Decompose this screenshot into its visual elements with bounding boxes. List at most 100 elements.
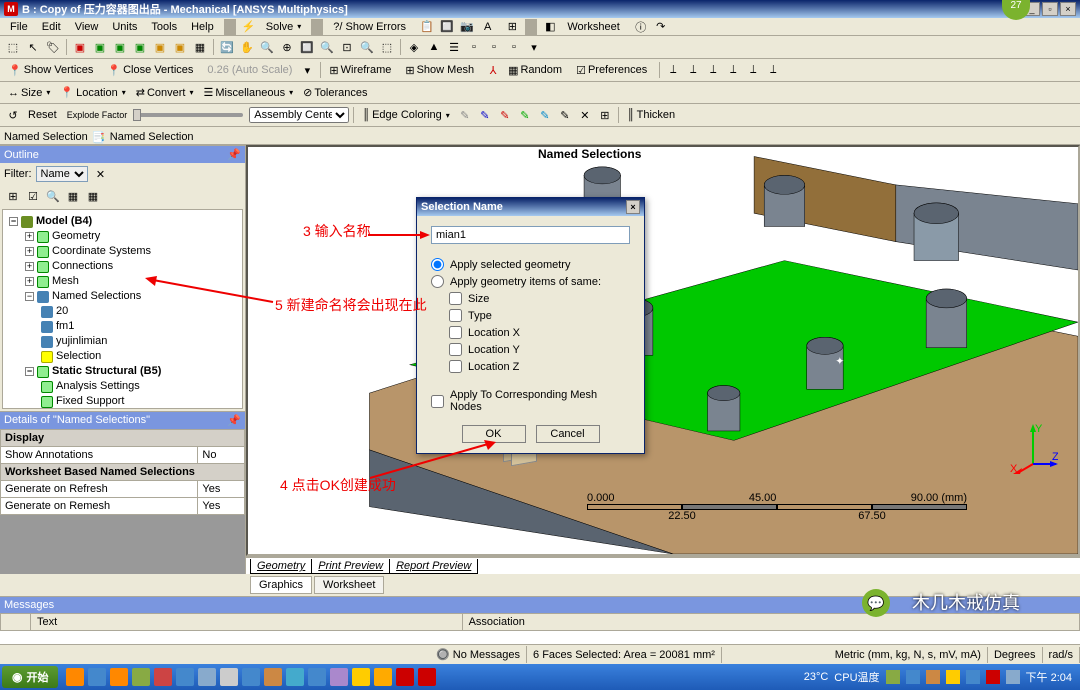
tree-ns-20[interactable]: 20: [56, 304, 68, 319]
axis-z-icon[interactable]: ⟘: [704, 61, 722, 79]
menu-edit[interactable]: Edit: [36, 19, 67, 35]
axis-y-icon[interactable]: ⟘: [684, 61, 702, 79]
axis-yz-icon[interactable]: ⟘: [744, 61, 762, 79]
location-dropdown[interactable]: 📍Location: [56, 84, 129, 101]
named-sel-icon[interactable]: 📑: [90, 128, 108, 146]
menu-tools[interactable]: Tools: [145, 19, 183, 35]
vertex-icon[interactable]: ▣: [71, 38, 89, 56]
zoomfit-icon[interactable]: ⊕: [278, 38, 296, 56]
ok-button[interactable]: OK: [462, 425, 526, 443]
reset-button[interactable]: Reset: [24, 107, 65, 123]
view-list-icon[interactable]: ☰: [445, 38, 463, 56]
show-vertices-button[interactable]: 📍Show Vertices: [4, 62, 101, 79]
zoom-out-icon[interactable]: 🔍: [318, 38, 336, 56]
task-icon[interactable]: [308, 668, 326, 686]
menu-file[interactable]: File: [4, 19, 34, 35]
locx-checkbox[interactable]: [449, 326, 462, 339]
tree-named-selections[interactable]: Named Selections: [52, 289, 141, 304]
tab-geometry[interactable]: Geometry: [250, 559, 312, 574]
axis-xy-icon[interactable]: ⟘: [724, 61, 742, 79]
tree-coord[interactable]: Coordinate Systems: [52, 244, 151, 259]
cursor-icon[interactable]: ↖: [24, 38, 42, 56]
locy-checkbox[interactable]: [449, 343, 462, 356]
task-icon[interactable]: [352, 668, 370, 686]
dialog-close-icon[interactable]: ×: [626, 200, 640, 214]
task-icon[interactable]: [176, 668, 194, 686]
toolbar-icon[interactable]: 🔲: [438, 18, 456, 36]
tree-connections[interactable]: Connections: [52, 259, 113, 274]
tree-icon[interactable]: 🔍: [44, 187, 62, 205]
close-vertices-button[interactable]: 📍Close Vertices: [103, 62, 201, 79]
tree-ns-selection[interactable]: Selection: [56, 349, 101, 364]
gen-remesh-value[interactable]: Yes: [198, 497, 245, 514]
tab-worksheet[interactable]: Worksheet: [314, 576, 384, 594]
assembly-select[interactable]: Assembly Center: [249, 107, 349, 123]
toolbar-icon[interactable]: ⚡: [240, 18, 258, 36]
show-anno-value[interactable]: No: [198, 446, 245, 463]
element-icon[interactable]: ▣: [171, 38, 189, 56]
menu-help[interactable]: Help: [185, 19, 220, 35]
face-icon[interactable]: ▣: [111, 38, 129, 56]
filter-select[interactable]: Name: [36, 166, 88, 182]
tree-icon[interactable]: ▦: [84, 187, 102, 205]
tag-icon[interactable]: 🏷: [44, 38, 62, 56]
tree-ns-fm1[interactable]: fm1: [56, 319, 74, 334]
convert-dropdown[interactable]: ⇄Convert: [132, 84, 198, 101]
solve-button[interactable]: Solve: [260, 19, 308, 35]
cross-icon[interactable]: ✕: [576, 106, 594, 124]
view-side-icon[interactable]: ▫: [465, 38, 483, 56]
edge5-icon[interactable]: ✎: [536, 106, 554, 124]
tray-icon[interactable]: [886, 670, 900, 684]
anno-icon[interactable]: ✎: [556, 106, 574, 124]
start-button[interactable]: ◉ 开始: [2, 666, 58, 688]
view-front-icon[interactable]: ▫: [485, 38, 503, 56]
edge-icon[interactable]: ▣: [91, 38, 109, 56]
iso-icon[interactable]: ⬚: [378, 38, 396, 56]
view-iso-icon[interactable]: ◈: [405, 38, 423, 56]
task-icon[interactable]: [220, 668, 238, 686]
worksheet-button[interactable]: Worksheet: [561, 19, 629, 35]
gen-refresh-value[interactable]: Yes: [198, 480, 245, 497]
task-icon[interactable]: [132, 668, 150, 686]
explode-slider[interactable]: [133, 113, 243, 117]
preferences-button[interactable]: ☑Preferences: [572, 62, 655, 79]
apply-selected-radio[interactable]: [431, 258, 444, 271]
task-icon[interactable]: [396, 668, 414, 686]
edge2-icon[interactable]: ✎: [476, 106, 494, 124]
tab-graphics[interactable]: Graphics: [250, 576, 312, 594]
tree-geometry[interactable]: Geometry: [52, 229, 100, 244]
random-button[interactable]: ▦Random: [504, 62, 570, 79]
rotate-icon[interactable]: 🔄: [218, 38, 236, 56]
misc-dropdown[interactable]: ☰Miscellaneous: [200, 84, 298, 101]
select-icon[interactable]: ⬚: [4, 38, 22, 56]
worksheet-icon[interactable]: ◧: [541, 18, 559, 36]
body-icon[interactable]: ▣: [131, 38, 149, 56]
view-dd-icon[interactable]: ▾: [525, 38, 543, 56]
zoom-box-icon[interactable]: 🔲: [298, 38, 316, 56]
apply-mesh-checkbox[interactable]: [431, 395, 444, 408]
task-icon[interactable]: [264, 668, 282, 686]
tray-icon[interactable]: [986, 670, 1000, 684]
view-back-icon[interactable]: ▫: [505, 38, 523, 56]
thicken-button[interactable]: ║Thicken: [623, 107, 683, 123]
model-tree[interactable]: −Model (B4) +Geometry +Coordinate System…: [3, 210, 242, 409]
pan-icon[interactable]: ✋: [238, 38, 256, 56]
tree-fixed[interactable]: Fixed Support: [56, 394, 124, 409]
task-icon[interactable]: [88, 668, 106, 686]
task-icon[interactable]: [286, 668, 304, 686]
tray-icon[interactable]: [926, 670, 940, 684]
edge-coloring-dropdown[interactable]: ║Edge Coloring: [358, 107, 454, 123]
menu-units[interactable]: Units: [106, 19, 143, 35]
reset-icon[interactable]: ↺: [4, 106, 22, 124]
tree-mesh[interactable]: Mesh: [52, 274, 79, 289]
axis-xz-icon[interactable]: ⟘: [764, 61, 782, 79]
task-icon[interactable]: [418, 668, 436, 686]
zoom-icon[interactable]: 🔍: [258, 38, 276, 56]
tray-icon[interactable]: [1006, 670, 1020, 684]
show-mesh-button[interactable]: ⊞Show Mesh: [401, 62, 482, 79]
task-icon[interactable]: [198, 668, 216, 686]
tree-model[interactable]: Model (B4): [36, 214, 92, 229]
task-icon[interactable]: [242, 668, 260, 686]
toolbar-icon[interactable]: 📷: [458, 18, 476, 36]
task-icon[interactable]: [330, 668, 348, 686]
